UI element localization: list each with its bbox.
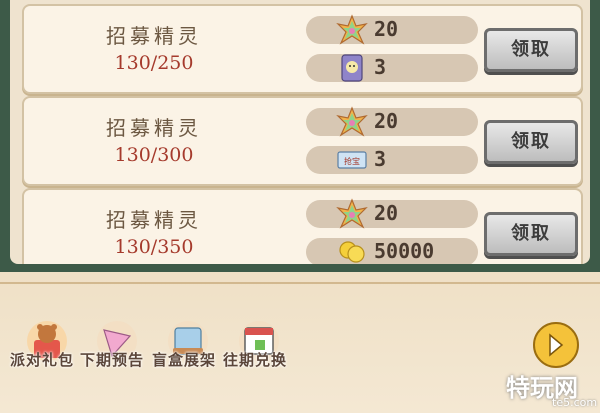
reward-progress: 130/300 bbox=[114, 144, 194, 166]
reward-qty: 20 bbox=[374, 17, 399, 41]
ticket-icon: 抢宝 bbox=[337, 151, 367, 169]
menu-past-exchange-label: 往期兑换 bbox=[223, 351, 288, 369]
reward-item: 20 bbox=[306, 106, 478, 137]
claim-button[interactable]: 领取 bbox=[484, 212, 578, 256]
divider bbox=[0, 282, 600, 284]
reward-item: 20 bbox=[306, 198, 478, 229]
reward-title: 招募精灵 bbox=[106, 116, 202, 140]
rainbow-leaf-icon bbox=[336, 198, 368, 229]
reward-item: 抢宝 3 bbox=[306, 146, 478, 174]
blind-box-icon bbox=[341, 54, 363, 82]
reward-card: 招募精灵 130/300 20 抢宝 3 领取 bbox=[22, 96, 583, 186]
next-arrow-button[interactable] bbox=[532, 321, 580, 369]
watermark-url: te5.com bbox=[552, 396, 598, 409]
claim-button[interactable]: 领取 bbox=[484, 28, 578, 72]
gold-coin-icon bbox=[339, 241, 365, 263]
menu-blind-box-shelf-label: 盲盒展架 bbox=[152, 351, 217, 369]
reward-title: 招募精灵 bbox=[106, 208, 202, 232]
reward-card: 招募精灵 130/350 20 50000 领取 bbox=[22, 188, 583, 264]
reward-title: 招募精灵 bbox=[106, 24, 202, 48]
claim-button[interactable]: 领取 bbox=[484, 120, 578, 164]
rainbow-leaf-icon bbox=[336, 106, 368, 137]
reward-progress: 130/350 bbox=[114, 236, 194, 258]
menu-party-gift-label: 派对礼包 bbox=[10, 351, 75, 369]
reward-qty: 50000 bbox=[374, 239, 435, 263]
reward-qty: 3 bbox=[374, 55, 387, 79]
menu-next-preview-label: 下期预告 bbox=[80, 351, 145, 369]
ticket-icon-text: 抢宝 bbox=[344, 156, 360, 166]
reward-qty: 20 bbox=[374, 109, 399, 133]
reward-qty: 3 bbox=[374, 147, 387, 171]
reward-qty: 20 bbox=[374, 201, 399, 225]
reward-item: 3 bbox=[306, 54, 478, 82]
rainbow-leaf-icon bbox=[336, 14, 368, 45]
reward-card: 招募精灵 130/250 20 3 领取 bbox=[22, 4, 583, 94]
reward-item: 20 bbox=[306, 14, 478, 45]
reward-list-panel: 招募精灵 130/250 20 3 领取 招募精灵 130/300 20 抢宝 … bbox=[10, 0, 590, 264]
reward-item: 50000 bbox=[306, 238, 478, 264]
reward-progress: 130/250 bbox=[114, 52, 194, 74]
